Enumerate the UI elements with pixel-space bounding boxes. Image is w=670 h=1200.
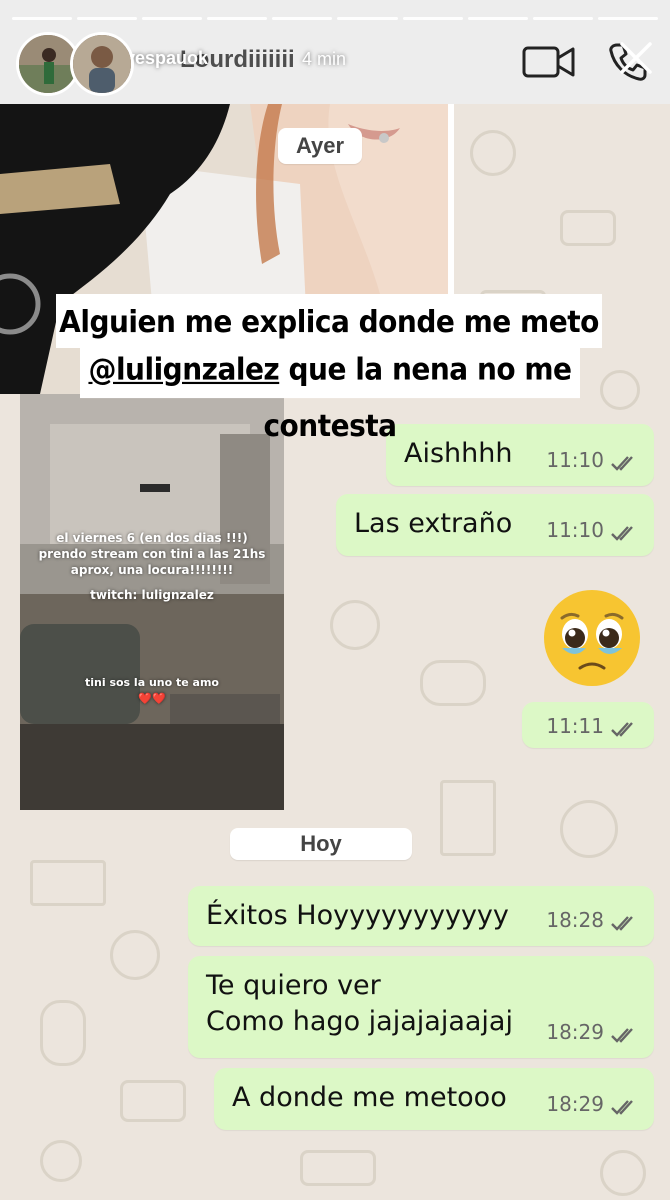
pleading-face-emoji [544,590,640,686]
story-progress-segment [337,17,398,20]
story-progress-segment [12,17,73,20]
story-progress-segment [207,17,268,20]
message-bubble[interactable]: Éxitos Hoyyyyyyyyyyy 18:28 [188,886,654,946]
story-caption-line1: Alguien me explica donde me meto para ve… [56,294,602,396]
story-caption-line2: @lulignzalez que la nena no me contesta [80,341,580,443]
story-progress-segment [467,17,528,20]
read-ticks-icon [611,1100,633,1115]
message-time: 18:29 [546,1020,604,1044]
message-text: Las extraño [354,508,513,539]
message-time: 18:29 [546,1092,604,1116]
date-chip-today: Hoy [230,828,412,860]
message-time: 18:28 [546,908,604,932]
story-progress-segment [402,17,463,20]
story-timestamp: 4 min [302,49,347,69]
video-call-icon[interactable] [522,44,576,80]
close-icon[interactable] [618,40,654,76]
user-mention-link[interactable]: @lulignzalez [88,352,279,388]
message-time: 11:10 [546,518,604,542]
message-text: Te quiero ver Como hago jajajajaajaj [206,970,513,1037]
message-bubble[interactable]: A donde me metooo 18:29 [214,1068,654,1130]
read-ticks-icon [611,456,633,471]
story-progress-segment [142,17,203,20]
hearts: ❤️❤️ [138,692,166,705]
story-text-twitch: twitch: lulignzalez [90,588,214,602]
message-bubble[interactable]: Te quiero ver Como hago jajajajaajaj 18:… [188,956,654,1058]
shared-story-image[interactable]: el viernes 6 (en dos dias !!!) prendo st… [20,394,284,810]
date-chip-yesterday: Ayer [278,128,362,164]
message-text: Éxitos Hoyyyyyyyyyyy [206,900,509,931]
message-time: 11:11 [546,714,604,738]
read-ticks-icon [611,1028,633,1043]
message-time: 11:10 [546,448,604,472]
avatar[interactable] [70,32,134,96]
message-bubble[interactable]: Las extraño 11:10 [336,494,654,556]
story-text-announcement: el viernes 6 (en dos dias !!!) prendo st… [38,531,266,577]
story-progress-bar [12,17,658,21]
read-ticks-icon [611,526,633,541]
story-progress-segment [597,17,658,20]
message-text: A donde me metooo [232,1082,507,1113]
read-ticks-icon [611,722,633,737]
story-progress-segment [532,17,593,20]
message-text: Aishhhh [404,438,513,469]
room-photo [20,394,284,810]
story-progress-segment [77,17,138,20]
story-text-love: tini sos la uno te amo [84,676,219,689]
message-bubble[interactable]: 11:11 [522,702,654,748]
read-ticks-icon [611,916,633,931]
avatar-photo [73,35,131,93]
message-bubble[interactable]: Aishhhh 11:10 [386,424,654,486]
story-progress-segment [272,17,333,20]
avatar-photo [19,35,77,93]
